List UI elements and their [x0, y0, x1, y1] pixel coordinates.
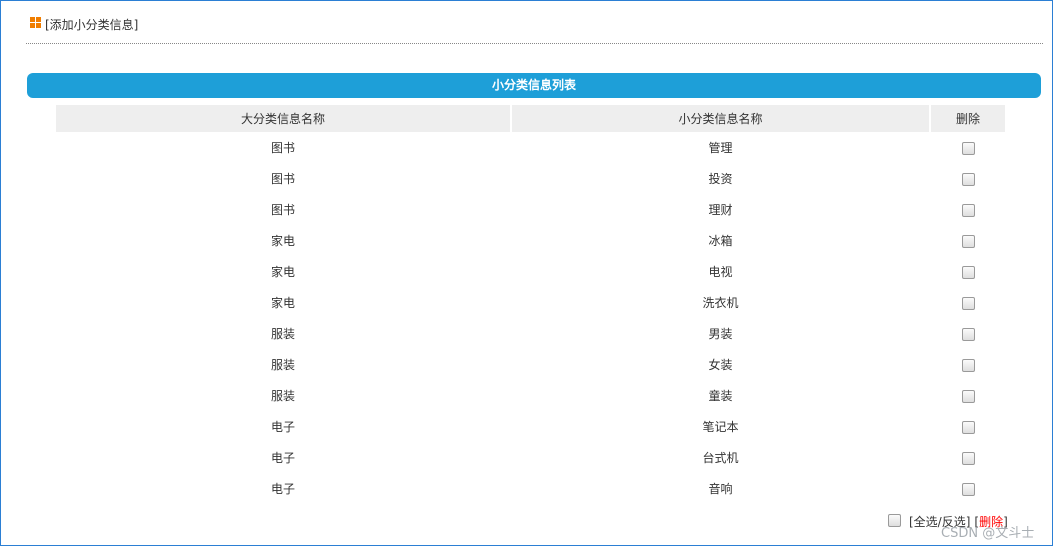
subcategory-cell: 投资: [708, 172, 733, 186]
delete-cell: [931, 256, 1005, 287]
row-checkbox[interactable]: [961, 234, 975, 248]
row-checkbox[interactable]: [961, 420, 975, 434]
table-row: 电子 音响: [56, 473, 1005, 504]
delete-cell: [931, 442, 1005, 473]
category-cell: 家电: [271, 265, 296, 279]
row-checkbox[interactable]: [961, 296, 975, 310]
delete-cell: [931, 318, 1005, 349]
row-checkbox[interactable]: [961, 203, 975, 217]
subcategory-cell: 电视: [708, 265, 733, 279]
category-cell: 图书: [271, 172, 296, 186]
category-cell: 电子: [271, 451, 296, 465]
table-row: 服装 女装: [56, 349, 1005, 380]
row-checkbox[interactable]: [961, 141, 975, 155]
add-subcategory-link[interactable]: [添加小分类信息]: [45, 16, 138, 33]
subcategory-cell: 台式机: [702, 451, 739, 465]
row-checkbox[interactable]: [961, 389, 975, 403]
subcategory-cell: 男装: [708, 327, 733, 341]
row-checkbox[interactable]: [961, 327, 975, 341]
row-checkbox[interactable]: [961, 451, 975, 465]
row-checkbox[interactable]: [961, 482, 975, 496]
subcategory-cell: 管理: [708, 141, 733, 155]
table-row: 电子 台式机: [56, 442, 1005, 473]
column-header-category: 大分类信息名称: [56, 105, 511, 132]
category-cell: 家电: [271, 296, 296, 310]
subcategory-cell: 音响: [708, 482, 733, 496]
subcategory-cell: 童装: [708, 389, 733, 403]
category-cell: 电子: [271, 420, 296, 434]
row-checkbox[interactable]: [961, 265, 975, 279]
toolbar: [添加小分类信息]: [30, 15, 138, 33]
subcategory-cell: 理财: [708, 203, 733, 217]
table-row: 服装 男装: [56, 318, 1005, 349]
delete-cell: [931, 225, 1005, 256]
grid-icon: [30, 17, 41, 28]
category-cell: 图书: [271, 141, 296, 155]
delete-cell: [931, 163, 1005, 194]
subcategory-cell: 冰箱: [708, 234, 733, 248]
delete-cell: [931, 380, 1005, 411]
delete-cell: [931, 194, 1005, 225]
category-cell: 图书: [271, 203, 296, 217]
delete-cell: [931, 287, 1005, 318]
table-row: 家电 洗衣机: [56, 287, 1005, 318]
table-row: 图书 投资: [56, 163, 1005, 194]
column-header-delete: 删除: [931, 105, 1005, 132]
delete-cell: [931, 473, 1005, 504]
category-cell: 家电: [271, 234, 296, 248]
category-cell: 服装: [271, 327, 296, 341]
list-header-bar: 小分类信息列表: [27, 73, 1041, 98]
table-row: 家电 电视: [56, 256, 1005, 287]
table-row: 图书 理财: [56, 194, 1005, 225]
category-cell: 电子: [271, 482, 296, 496]
watermark: CSDN @文斗士: [941, 526, 1035, 541]
delete-cell: [931, 411, 1005, 442]
subcategory-cell: 洗衣机: [702, 296, 739, 310]
subcategory-table: 大分类信息名称 小分类信息名称 删除 图书 管理 图书 投资 图书 理财 家电 …: [54, 105, 1007, 504]
table-row: 家电 冰箱: [56, 225, 1005, 256]
select-all-checkbox[interactable]: [888, 513, 901, 527]
table-header-row: 大分类信息名称 小分类信息名称 删除: [56, 105, 1005, 132]
category-cell: 服装: [271, 358, 296, 372]
subcategory-cell: 笔记本: [702, 420, 739, 434]
column-header-subcategory: 小分类信息名称: [512, 105, 930, 132]
delete-cell: [931, 349, 1005, 380]
row-checkbox[interactable]: [961, 358, 975, 372]
table-row: 图书 管理: [56, 132, 1005, 163]
page-frame: [添加小分类信息] 小分类信息列表 大分类信息名称 小分类信息名称 删除 图书 …: [0, 0, 1053, 546]
table-row: 电子 笔记本: [56, 411, 1005, 442]
table-row: 服装 童装: [56, 380, 1005, 411]
dotted-divider: [26, 43, 1043, 44]
category-cell: 服装: [271, 389, 296, 403]
row-checkbox[interactable]: [961, 172, 975, 186]
subcategory-cell: 女装: [708, 358, 733, 372]
delete-cell: [931, 132, 1005, 163]
